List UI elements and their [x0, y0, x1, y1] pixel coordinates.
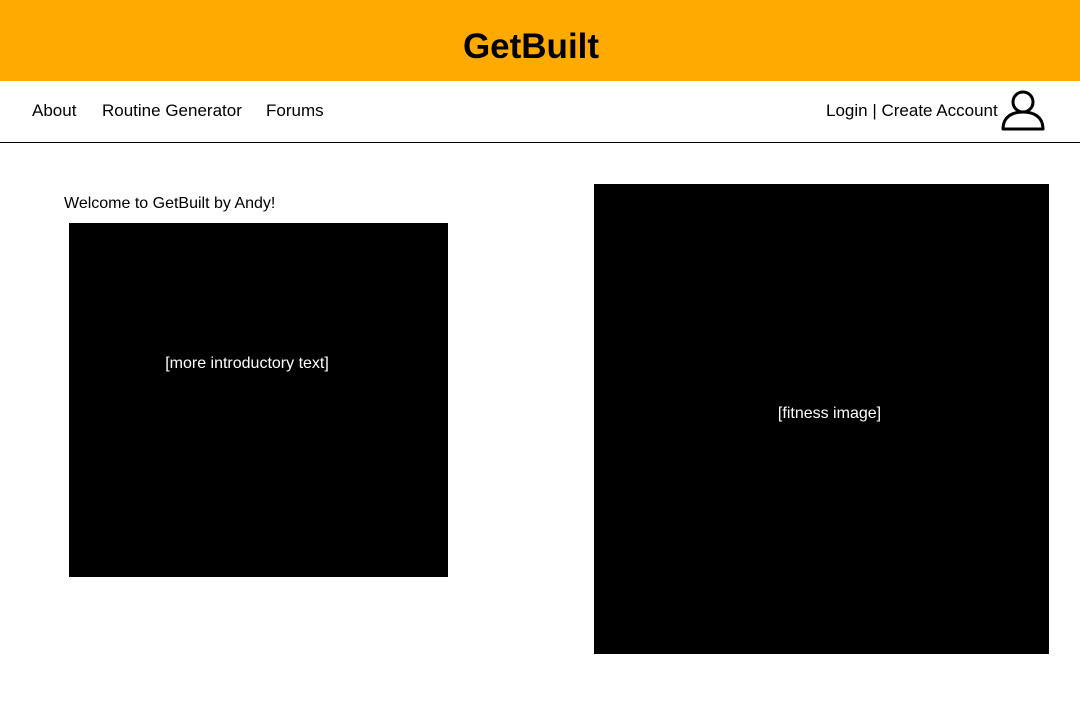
- login-link[interactable]: Login: [826, 101, 868, 120]
- auth-links: Login | Create Account: [826, 101, 998, 121]
- fitness-image: [fitness image]: [594, 184, 1049, 654]
- auth-separator: |: [867, 101, 882, 120]
- user-profile-icon[interactable]: [1000, 90, 1046, 132]
- intro-placeholder-text: [more introductory text]: [165, 355, 329, 372]
- site-header: GetBuilt: [0, 0, 1080, 81]
- create-account-link[interactable]: Create Account: [881, 101, 997, 120]
- fitness-image-placeholder-text: [fitness image]: [777, 405, 882, 422]
- site-title[interactable]: GetBuilt: [0, 27, 1062, 67]
- nav-item-forums[interactable]: Forums: [266, 101, 324, 121]
- welcome-text: Welcome to GetBuilt by Andy!: [64, 195, 276, 212]
- intro-text-box: [more introductory text]: [69, 223, 448, 577]
- nav-item-routine-generator[interactable]: Routine Generator: [102, 101, 242, 121]
- nav-bar: About Routine Generator Forums Login | C…: [0, 81, 1080, 143]
- nav-item-about[interactable]: About: [32, 101, 76, 121]
